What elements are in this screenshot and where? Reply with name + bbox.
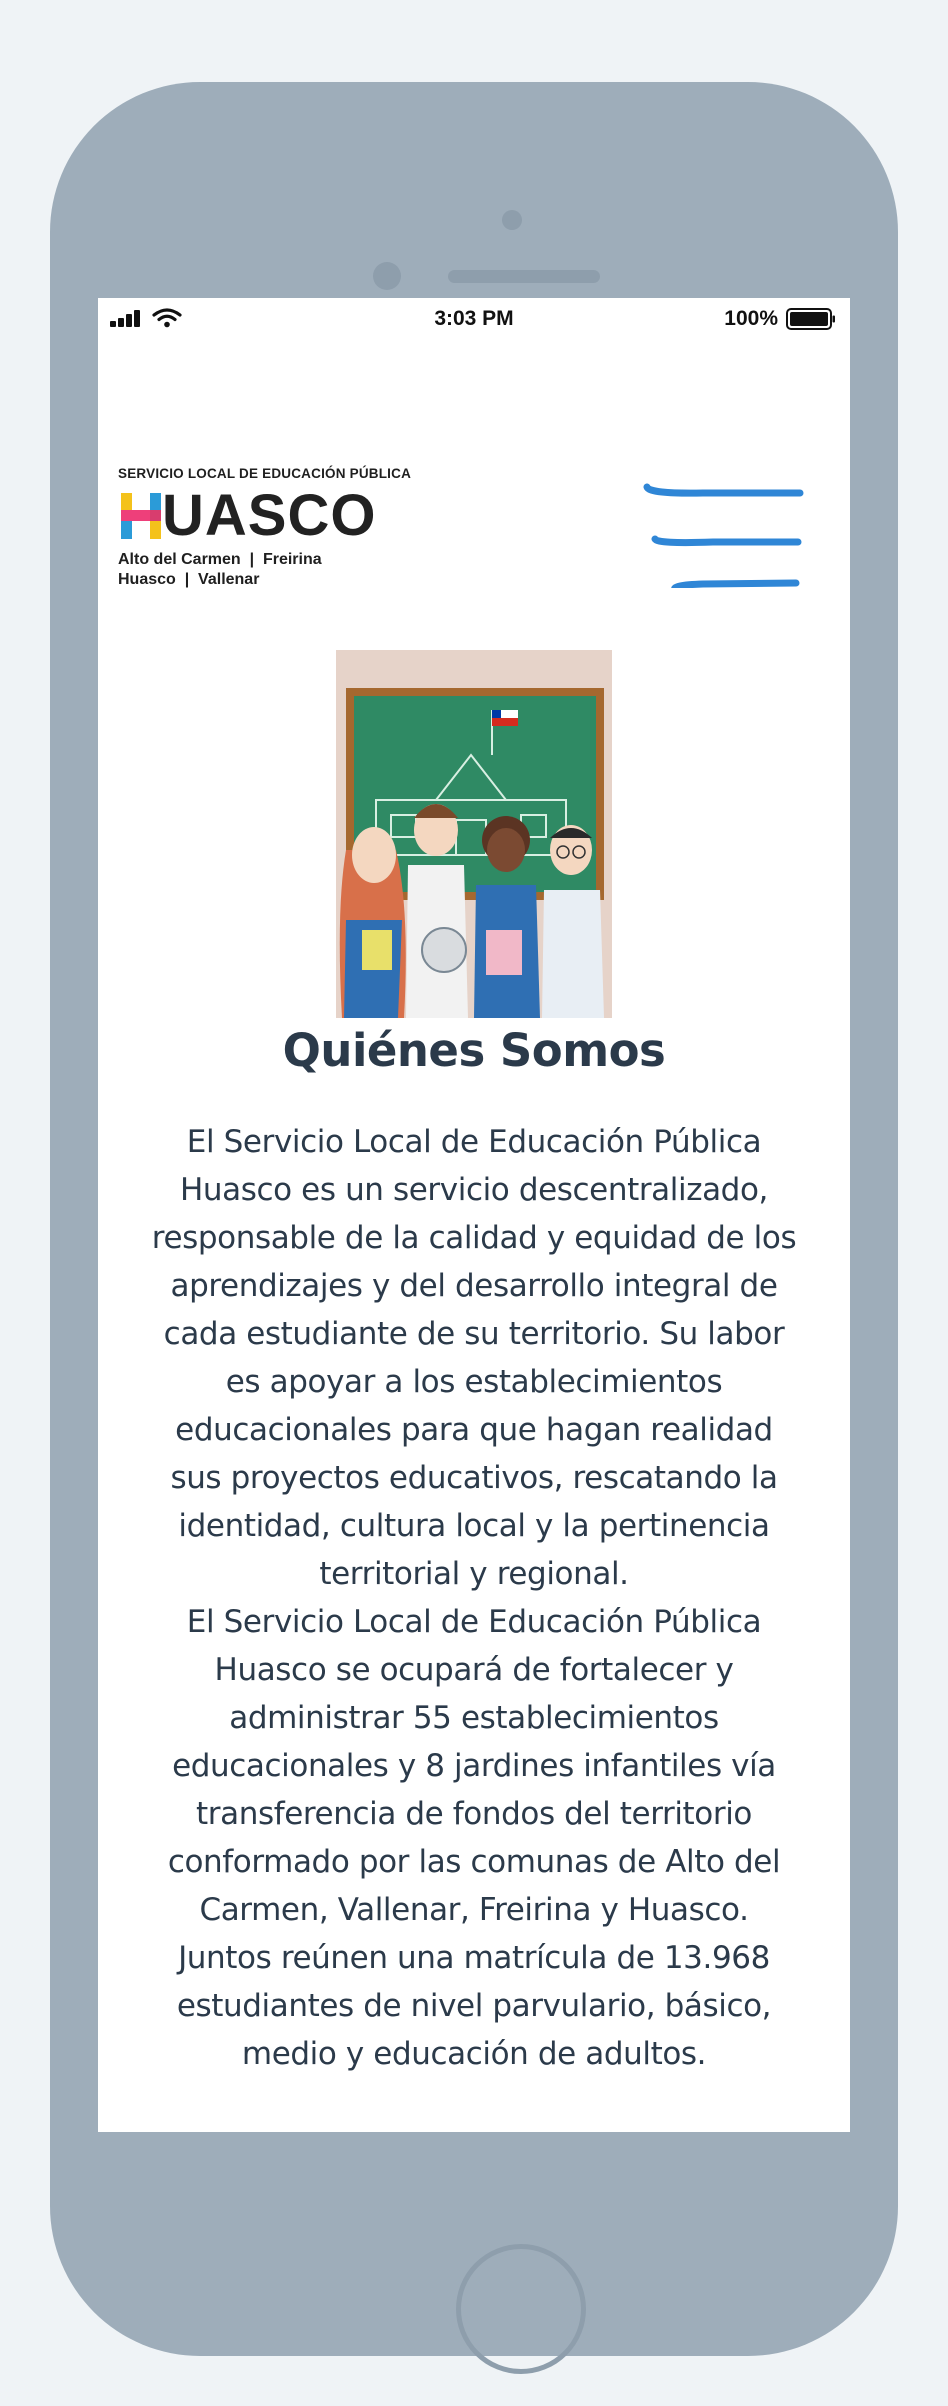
front-camera bbox=[502, 210, 522, 230]
about-paragraph-2: El Servicio Local de Educación Pública H… bbox=[167, 1604, 781, 2072]
logo-communes-line-2: Huasco | Vallenar bbox=[118, 571, 260, 588]
logo-communes: Alto del Carmen | Freirina Huasco | Vall… bbox=[118, 550, 322, 590]
logo-communes-line-1: Alto del Carmen | Freirina bbox=[118, 551, 322, 568]
students-illustration bbox=[336, 650, 612, 1018]
student-figure bbox=[339, 827, 406, 1018]
page-title: Quiénes Somos bbox=[282, 1024, 666, 1077]
site-logo[interactable]: SERVICIO LOCAL DE EDUCACIÓN PÚBLICA UASC… bbox=[118, 466, 418, 588]
chile-flag-icon bbox=[492, 710, 518, 726]
about-paragraph-1: El Servicio Local de Educación Pública H… bbox=[151, 1124, 797, 1592]
battery-percentage: 100% bbox=[724, 307, 778, 330]
proximity-sensor bbox=[373, 262, 401, 290]
about-text: El Servicio Local de Educación Pública H… bbox=[150, 1118, 798, 2078]
hamburger-menu-icon[interactable] bbox=[643, 478, 813, 588]
phone-screen: 3:03 PM 100% SERVICIO LOCAL DE EDUCACIÓN… bbox=[98, 298, 850, 2132]
status-bar: 3:03 PM 100% bbox=[98, 298, 850, 340]
logo-wordmark-text: UASCO bbox=[162, 483, 377, 548]
earpiece-speaker bbox=[448, 270, 600, 283]
logo-tagline: SERVICIO LOCAL DE EDUCACIÓN PÚBLICA bbox=[118, 466, 412, 481]
home-button[interactable] bbox=[456, 2244, 586, 2374]
battery-icon bbox=[786, 308, 835, 330]
logo-wordmark: UASCO bbox=[118, 483, 377, 548]
logo-h-glyph bbox=[121, 493, 161, 539]
